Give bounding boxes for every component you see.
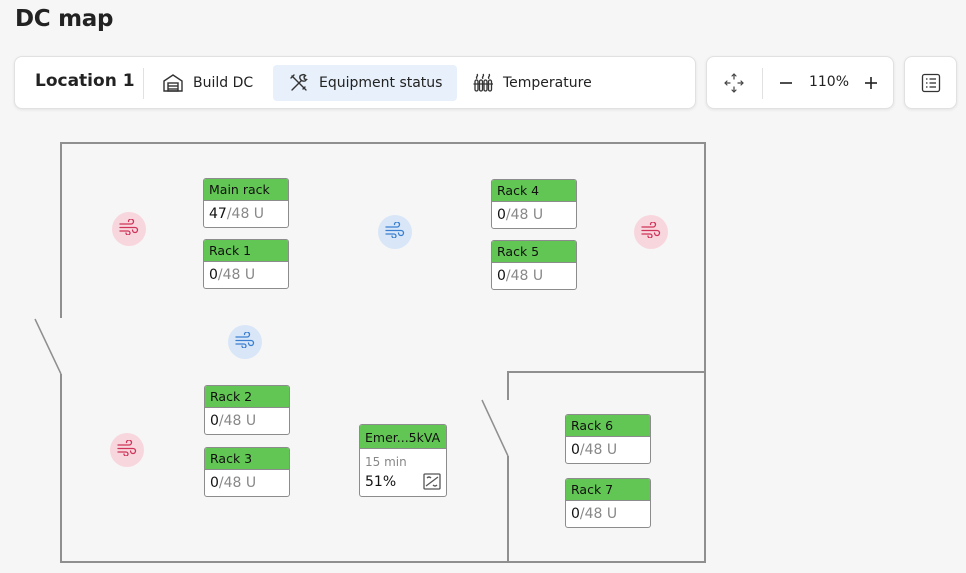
ups-charge: 51% [365,474,397,490]
ups-status-icon [423,473,441,490]
rack-used: 0 [571,506,580,522]
ups-card[interactable]: Emer...5kVA 15 min 51% [359,424,447,497]
rack-capacity: 0/48 U [205,470,289,491]
zoom-divider [762,68,763,99]
rack-main[interactable]: Main rack 47/48 U [203,178,289,228]
rack-7[interactable]: Rack 7 0/48 U [565,478,651,528]
rack-used: 0 [210,475,219,491]
hot-air-unit[interactable] [112,212,146,246]
tab-label: Temperature [503,75,592,91]
wind-icon [385,221,405,242]
tab-label: Equipment status [319,75,443,91]
list-icon [920,72,942,98]
mode-toolbar: Location 1 Build DC Equipment status Tem… [14,56,696,109]
zoom-level: 110% [808,74,850,90]
zoom-out-button[interactable] [773,70,799,96]
zoom-panel: 110% [706,56,894,109]
tab-label: Build DC [193,75,254,91]
tab-equipment-status[interactable]: Equipment status [273,65,457,101]
tab-temperature[interactable]: Temperature [465,65,605,101]
rack-1[interactable]: Rack 1 0/48 U [203,239,289,289]
rack-total: /48 U [505,268,544,284]
wind-icon [117,439,137,460]
page-title: DC map [15,6,114,32]
zoom-in-button[interactable] [858,70,884,96]
rack-name: Rack 7 [566,479,650,501]
rack-name: Rack 2 [205,386,289,408]
rack-total: /48 U [579,442,618,458]
ups-runtime: 15 min [365,455,407,469]
wind-icon [119,218,139,239]
rack-used: 0 [571,442,580,458]
rack-name: Rack 5 [492,241,576,263]
list-view-button[interactable] [904,56,957,109]
rack-used: 47 [209,206,227,222]
rack-3[interactable]: Rack 3 0/48 U [204,447,290,497]
cold-air-unit[interactable] [378,215,412,249]
rack-name: Main rack [204,179,288,201]
hot-air-unit[interactable] [110,433,144,467]
tools-icon [288,72,310,94]
rack-capacity: 0/48 U [566,501,650,522]
rack-capacity: 0/48 U [204,262,288,283]
warehouse-icon [162,72,184,94]
rack-used: 0 [210,413,219,429]
rack-capacity: 0/48 U [566,437,650,458]
rack-6[interactable]: Rack 6 0/48 U [565,414,651,464]
toolbar-divider [143,68,144,99]
wind-icon [641,221,661,242]
pan-arrows-icon[interactable] [721,70,747,96]
rack-total: /48 U [218,475,257,491]
rack-capacity: 0/48 U [205,408,289,429]
rack-name: Rack 3 [205,448,289,470]
rack-name: Rack 1 [204,240,288,262]
heater-icon [472,72,494,94]
rack-used: 0 [209,267,218,283]
rack-2[interactable]: Rack 2 0/48 U [204,385,290,435]
rack-capacity: 0/48 U [492,263,576,284]
hot-air-unit[interactable] [634,215,668,249]
tab-build-dc[interactable]: Build DC [155,65,265,101]
rack-total: /48 U [217,267,256,283]
rack-total: /48 U [226,206,265,222]
rack-capacity: 0/48 U [492,202,576,223]
rack-total: /48 U [505,207,544,223]
rack-total: /48 U [218,413,257,429]
rack-name: Rack 6 [566,415,650,437]
door [34,318,62,375]
rack-used: 0 [497,207,506,223]
door [481,399,509,457]
rack-4[interactable]: Rack 4 0/48 U [491,179,577,229]
rack-name: Rack 4 [492,180,576,202]
location-name[interactable]: Location 1 [35,71,135,91]
rack-total: /48 U [579,506,618,522]
wind-icon [235,331,255,352]
rack-capacity: 47/48 U [204,201,288,222]
cold-air-unit[interactable] [228,325,262,359]
rack-used: 0 [497,268,506,284]
ups-name: Emer...5kVA [360,425,446,449]
rack-5[interactable]: Rack 5 0/48 U [491,240,577,290]
